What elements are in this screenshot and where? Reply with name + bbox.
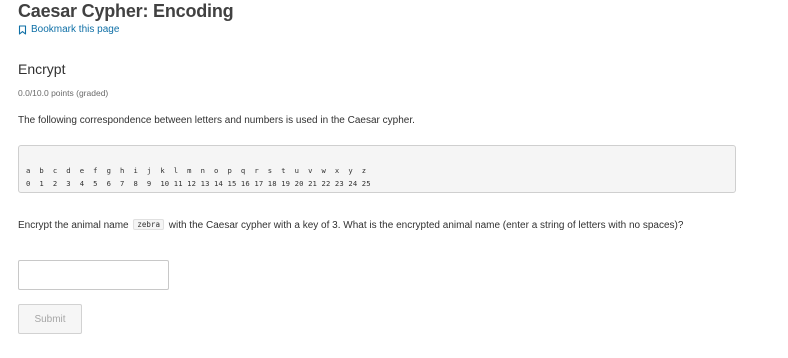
- animal-name-code: zebra: [133, 219, 164, 230]
- question-text-after: with the Caesar cypher with a key of 3. …: [165, 220, 684, 231]
- code-numbers-row: 0 1 2 3 4 5 6 7 8 9 10 11 12 13 14 15 16…: [26, 179, 371, 188]
- answer-input[interactable]: [18, 260, 169, 290]
- page-title: Caesar Cypher: Encoding: [18, 1, 234, 21]
- points-status: 0.0/10.0 points (graded): [18, 88, 109, 98]
- question-text-before: Encrypt the animal name: [18, 220, 132, 231]
- question-text: Encrypt the animal name zebra with the C…: [18, 217, 730, 233]
- problem-page: Caesar Cypher: Encoding Bookmark this pa…: [0, 0, 788, 358]
- code-letters-row: a b c d e f g h i j k l m n o p q r s t …: [26, 166, 367, 175]
- problem-heading: Encrypt: [18, 61, 66, 77]
- correspondence-code-block: a b c d e f g h i j k l m n o p q r s t …: [18, 145, 736, 193]
- submit-button[interactable]: Submit: [18, 304, 82, 334]
- bookmark-label: Bookmark this page: [31, 24, 120, 35]
- bookmark-icon: [18, 24, 27, 35]
- bookmark-link[interactable]: Bookmark this page: [18, 24, 119, 35]
- problem-intro-text: The following correspondence between let…: [18, 115, 415, 126]
